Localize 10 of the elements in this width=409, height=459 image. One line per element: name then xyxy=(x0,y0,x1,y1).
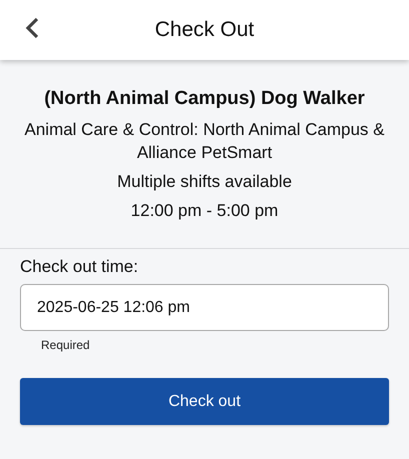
required-hint: Required xyxy=(41,338,91,352)
check-out-button[interactable]: Check out xyxy=(20,378,389,425)
checkout-time-field[interactable]: 2025-06-25 12:06 pm xyxy=(20,284,389,331)
field-label: Check out time: xyxy=(20,257,140,277)
organization-name: Animal Care & Control: North Animal Campus & Alliance PetSmart xyxy=(24,119,386,164)
hours-text: 12:00 pm - 5:00 pm xyxy=(130,200,278,222)
shifts-text: Multiple shifts available xyxy=(117,171,292,193)
opportunity-title: (North Animal Campus) Dog Walker xyxy=(44,88,365,110)
page-title: Check Out xyxy=(154,18,254,42)
back-chevron-icon xyxy=(25,17,39,39)
